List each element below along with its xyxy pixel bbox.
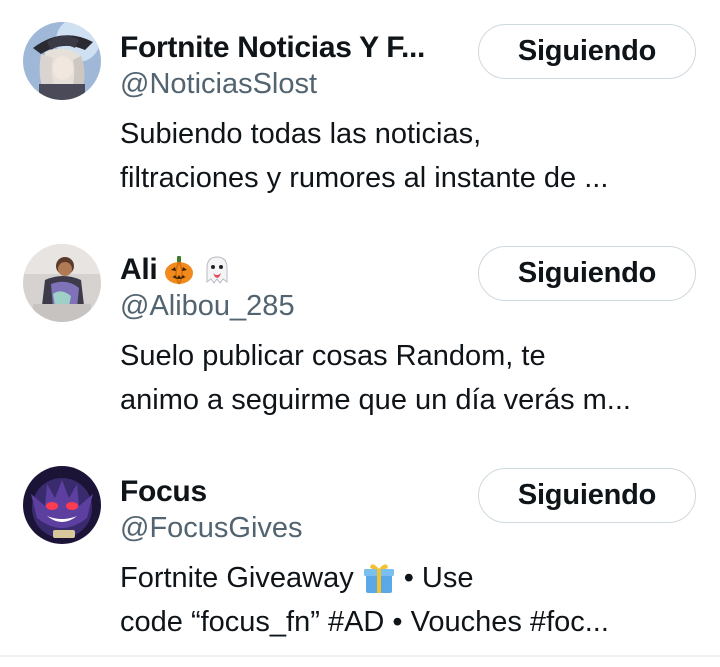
user-cell[interactable]: Focus @FocusGives Siguiendo Fortnite Giv…	[0, 444, 720, 664]
bio-line: Fortnite Giveaway • Use	[120, 556, 695, 600]
user-handle[interactable]: @FocusGives	[120, 512, 303, 545]
display-name-text: Ali	[120, 253, 158, 286]
avatar[interactable]	[23, 466, 101, 544]
display-name-text: Fortnite Noticias Y F...	[120, 31, 426, 64]
user-cell[interactable]: Ali @Alibou_285 Siguiendo Suelo publicar…	[0, 222, 720, 442]
bio-line: filtraciones y rumores al instante de ..…	[120, 156, 695, 200]
avatar[interactable]	[23, 22, 101, 100]
bio-text: Subiendo todas las noticias,	[120, 118, 482, 150]
pumpkin-icon	[163, 254, 195, 286]
gift-icon	[362, 561, 396, 595]
bio-text: Suelo publicar cosas Random, te	[120, 340, 546, 372]
bio-line: animo a seguirme que un día verás m...	[120, 378, 695, 422]
following-list: Fortnite Noticias Y F... @NoticiasSlost …	[0, 0, 720, 667]
avatar[interactable]	[23, 244, 101, 322]
bio-text: Fortnite Giveaway	[120, 562, 354, 594]
user-handle[interactable]: @Alibou_285	[120, 290, 295, 323]
display-name-text: Focus	[120, 475, 207, 508]
display-name[interactable]: Fortnite Noticias Y F...	[120, 28, 460, 68]
display-name[interactable]: Ali	[120, 250, 460, 290]
user-bio: Subiendo todas las noticias, filtracione…	[120, 112, 695, 200]
bio-text: • Use	[403, 562, 474, 594]
user-bio: Suelo publicar cosas Random, te animo a …	[120, 334, 695, 422]
following-button[interactable]: Siguiendo	[478, 468, 696, 523]
following-button[interactable]: Siguiendo	[478, 246, 696, 301]
bio-text: code “focus_fn” #AD • Vouches #foc...	[120, 606, 609, 638]
divider	[0, 655, 720, 657]
ghost-icon	[201, 254, 233, 286]
bio-line: Subiendo todas las noticias,	[120, 112, 695, 156]
bio-line: Suelo publicar cosas Random, te	[120, 334, 695, 378]
following-button[interactable]: Siguiendo	[478, 24, 696, 79]
user-handle[interactable]: @NoticiasSlost	[120, 68, 317, 101]
bio-text: filtraciones y rumores al instante de ..…	[120, 162, 609, 194]
bio-text: animo a seguirme que un día verás m...	[120, 384, 631, 416]
display-name[interactable]: Focus	[120, 472, 460, 512]
bio-line: code “focus_fn” #AD • Vouches #foc...	[120, 600, 695, 644]
user-bio: Fortnite Giveaway • Use code “focus_fn” …	[120, 556, 695, 644]
user-cell[interactable]: Fortnite Noticias Y F... @NoticiasSlost …	[0, 0, 720, 220]
